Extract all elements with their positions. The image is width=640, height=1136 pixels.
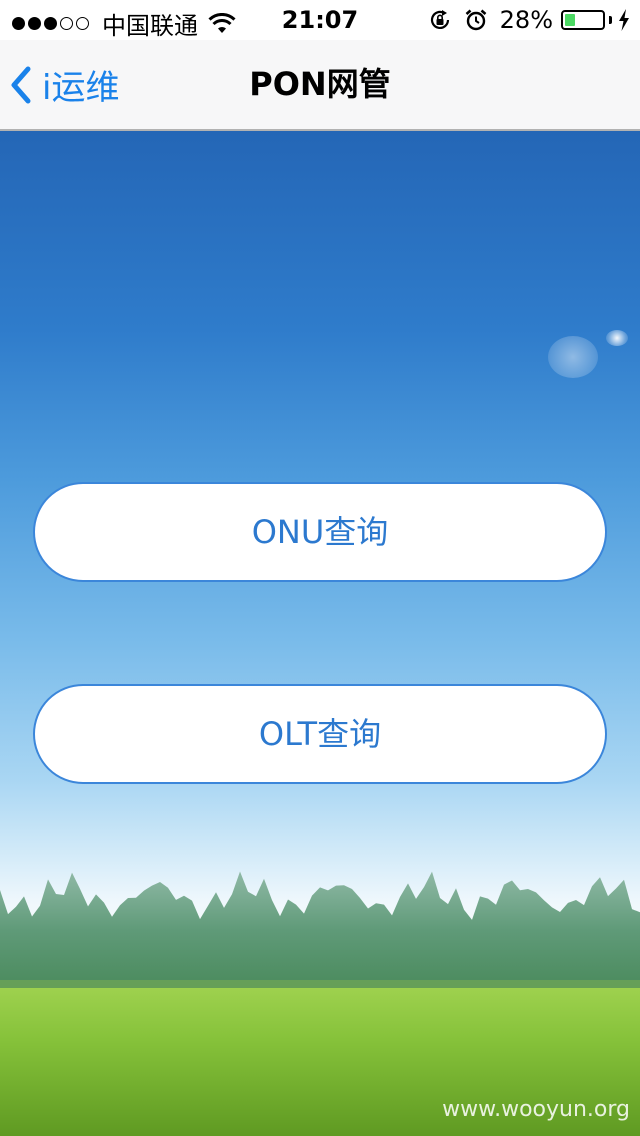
status-right: 28% [428,6,630,34]
navigation-bar: i运维 PON网管 [0,40,640,131]
page-title: PON网管 [249,65,391,103]
rotation-lock-icon [430,10,449,29]
watermark: www.wooyun.org [442,1097,630,1122]
battery-percent: 28% [499,6,553,34]
battery-tip [609,16,612,24]
alarm-icon [465,9,487,31]
app-screen: 中国联通 21:07 28% i运维 PON网管 ONU查询 OLT查询 www… [0,0,640,1136]
battery-level [565,14,575,26]
sun-glare [548,336,598,378]
onu-query-button[interactable]: ONU查询 [33,482,607,582]
charging-bolt-icon [619,9,629,31]
status-bar: 中国联通 21:07 28% [0,0,640,40]
olt-query-button[interactable]: OLT查询 [33,684,607,784]
sun-glare [606,330,628,346]
battery-icon [561,10,605,30]
